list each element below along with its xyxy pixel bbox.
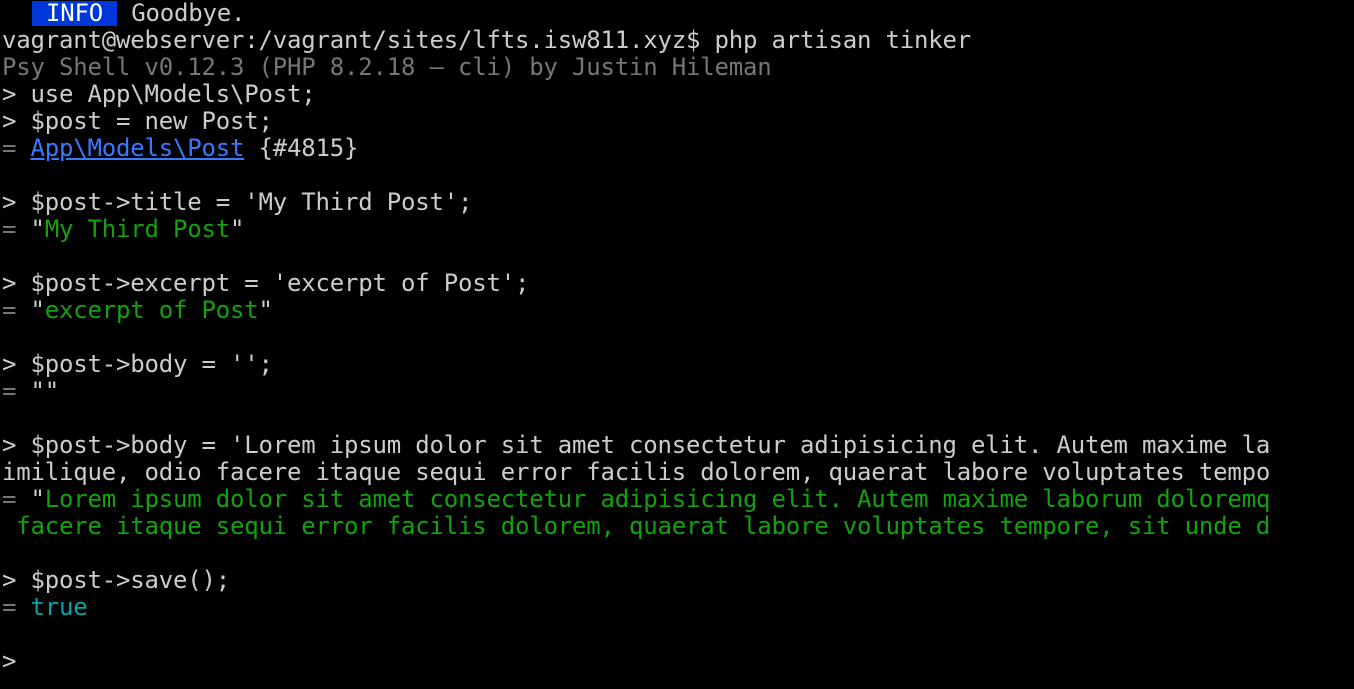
model-object-id: {#4815} bbox=[244, 135, 359, 162]
output-title: = "My Third Post" bbox=[2, 216, 1354, 243]
result-equals: = bbox=[2, 378, 31, 405]
result-equals: = bbox=[2, 135, 31, 162]
open-quote: " bbox=[30, 216, 45, 243]
input-set-body-empty: > $post->body = ''; bbox=[2, 351, 273, 378]
input-use-statement: > use App\Models\Post; bbox=[2, 81, 316, 108]
output-body-line-2: facere itaque sequi error facilis dolore… bbox=[2, 513, 1271, 540]
close-quote: " bbox=[258, 297, 273, 324]
psy-shell-banner: Psy Shell v0.12.3 (PHP 8.2.18 — cli) by … bbox=[2, 54, 772, 81]
result-equals: = bbox=[2, 216, 31, 243]
open-quote: " bbox=[30, 486, 45, 513]
input-save: > $post->save(); bbox=[2, 567, 230, 594]
goodbye-text: Goodbye. bbox=[117, 0, 246, 27]
shell-prompt-command: vagrant@webserver:/vagrant/sites/lfts.is… bbox=[2, 27, 971, 54]
input-set-body-line-2: imilique, odio facere itaque sequi error… bbox=[2, 459, 1271, 486]
input-set-title: > $post->title = 'My Third Post'; bbox=[2, 189, 473, 216]
close-quote: " bbox=[230, 216, 245, 243]
model-class-link[interactable]: App\Models\Post bbox=[31, 135, 245, 162]
input-set-excerpt: > $post->excerpt = 'excerpt of Post'; bbox=[2, 270, 530, 297]
info-line: INFO Goodbye. bbox=[2, 0, 1354, 27]
open-quote: " bbox=[30, 297, 45, 324]
empty-string-value: "" bbox=[30, 378, 60, 405]
output-new-post: = App\Models\Post {#4815} bbox=[2, 135, 1354, 162]
excerpt-string-value: excerpt of Post bbox=[44, 297, 259, 324]
title-string-value: My Third Post bbox=[44, 216, 230, 243]
output-body-line-1: = "Lorem ipsum dolor sit amet consectetu… bbox=[2, 486, 1354, 513]
info-badge: INFO bbox=[32, 1, 117, 26]
result-equals: = bbox=[2, 594, 31, 621]
output-excerpt: = "excerpt of Post" bbox=[2, 297, 1354, 324]
input-new-post: > $post = new Post; bbox=[2, 108, 273, 135]
input-set-body-line-1: > $post->body = 'Lorem ipsum dolor sit a… bbox=[2, 432, 1271, 459]
output-body-empty: = "" bbox=[2, 378, 1354, 405]
save-boolean-value: true bbox=[30, 594, 88, 621]
result-equals: = bbox=[2, 486, 31, 513]
output-save: = true bbox=[2, 594, 1354, 621]
body-string-value-part-1: Lorem ipsum dolor sit amet consectetur a… bbox=[44, 486, 1271, 513]
terminal-window[interactable]: INFO Goodbye. vagrant@webserver:/vagrant… bbox=[0, 0, 1354, 689]
active-prompt[interactable]: > bbox=[2, 648, 1354, 675]
result-equals: = bbox=[2, 297, 31, 324]
